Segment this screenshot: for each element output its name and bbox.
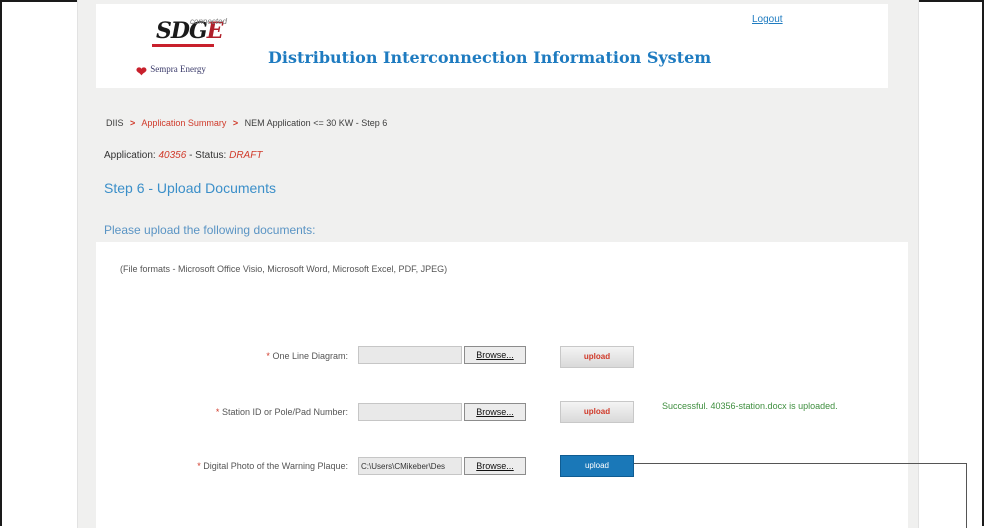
upload-panel: (File formats - Microsoft Office Visio, … — [96, 242, 908, 528]
site-header: SDGE connected ❤ Sempra Energy Distribut… — [96, 4, 888, 88]
instructions: Please upload the following documents: — [104, 223, 316, 237]
one-line-diagram-browse-button[interactable]: Browse... — [464, 346, 526, 364]
callout-pointer-line-vertical — [966, 463, 967, 528]
required-mark: * — [266, 351, 270, 361]
system-title: Distribution Interconnection Information… — [268, 48, 712, 67]
application-number: 40356 — [158, 150, 187, 161]
status-label: - Status: — [189, 150, 227, 161]
application-label: Application: — [104, 150, 156, 161]
upload-success-message: Successful. 40356-station.docx is upload… — [662, 401, 838, 411]
callout-pointer-line — [634, 463, 966, 464]
label-text: Station ID or Pole/Pad Number: — [221, 407, 348, 417]
logo-underline — [152, 44, 214, 47]
status-value: DRAFT — [229, 150, 263, 161]
station-id-label: * Station ID or Pole/Pad Number: — [118, 406, 348, 419]
label-text: One Line Diagram: — [272, 351, 348, 361]
breadcrumb-application-summary[interactable]: Application Summary — [141, 118, 226, 128]
label-text: Digital Photo of the Warning Plaque: — [203, 461, 348, 471]
warning-plaque-label: * Digital Photo of the Warning Plaque: — [118, 460, 348, 473]
breadcrumb: DIIS > Application Summary > NEM Applica… — [106, 118, 387, 128]
warning-plaque-upload-button[interactable]: upload — [560, 455, 634, 477]
breadcrumb-current: NEM Application <= 30 KW - Step 6 — [244, 118, 388, 128]
sempra-icon: ❤ — [136, 64, 147, 79]
required-mark: * — [197, 461, 201, 471]
station-id-upload-button[interactable]: upload — [560, 401, 634, 423]
breadcrumb-separator: > — [232, 118, 239, 128]
page-title: Step 6 - Upload Documents — [104, 180, 276, 196]
required-mark: * — [215, 407, 220, 417]
breadcrumb-root[interactable]: DIIS — [106, 118, 124, 128]
sempra-logo: ❤ Sempra Energy — [136, 64, 206, 79]
breadcrumb-separator: > — [130, 118, 136, 128]
logout-link[interactable]: Logout — [752, 14, 783, 25]
application-status: Application: 40356 - Status: DRAFT — [104, 150, 262, 161]
warning-plaque-browse-button[interactable]: Browse... — [464, 457, 526, 475]
station-id-browse-button[interactable]: Browse... — [464, 403, 526, 421]
file-formats-note: (File formats - Microsoft Office Visio, … — [120, 264, 448, 274]
one-line-diagram-label: * One Line Diagram: — [118, 350, 348, 363]
logo-connected-tag: connected — [190, 17, 227, 26]
station-id-file-input[interactable] — [358, 403, 462, 421]
page-container: SDGE connected ❤ Sempra Energy Distribut… — [77, 0, 919, 528]
one-line-diagram-upload-button[interactable]: upload — [560, 346, 634, 368]
one-line-diagram-file-input[interactable] — [358, 346, 462, 364]
warning-plaque-file-input[interactable]: C:\Users\CMikeber\Des — [358, 457, 462, 475]
sempra-text: Sempra Energy — [150, 64, 206, 75]
